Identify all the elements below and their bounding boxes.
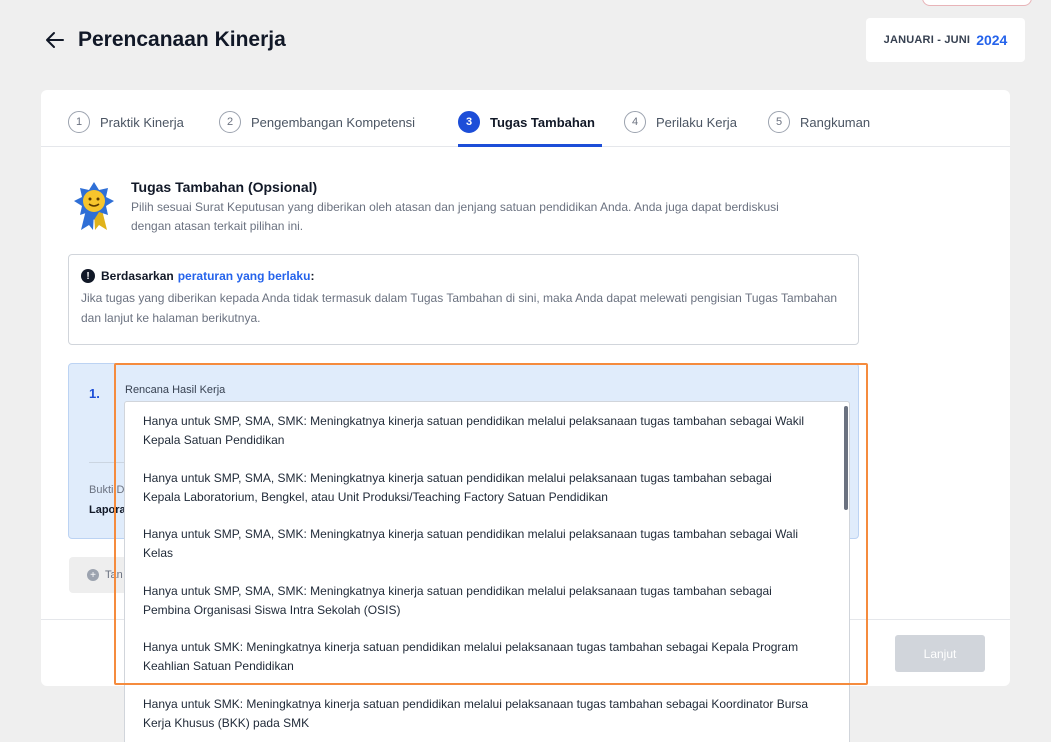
step-number: 3 xyxy=(458,111,480,133)
regulation-notice: ! Berdasarkan peraturan yang berlaku : J… xyxy=(68,254,859,345)
step-perilaku-kerja[interactable]: 4 Perilaku Kerja xyxy=(624,110,737,134)
dropdown-option[interactable]: Hanya untuk SMK: Meningkatnya kinerja sa… xyxy=(125,628,849,685)
dropdown-option[interactable]: Hanya untuk SMP, SMA, SMK: Meningkatnya … xyxy=(125,572,849,629)
divider xyxy=(89,462,129,463)
regulation-link[interactable]: peraturan yang berlaku xyxy=(178,269,311,283)
dropdown-scrollbar[interactable] xyxy=(844,406,848,510)
dropdown-option[interactable]: Hanya untuk SMP, SMA, SMK: Meningkatnya … xyxy=(125,459,849,516)
step-number: 1 xyxy=(68,111,90,133)
notice-heading: ! Berdasarkan peraturan yang berlaku : xyxy=(81,269,846,283)
dropdown-option[interactable]: Hanya untuk SMP, SMA, SMK: Meningkatnya … xyxy=(125,515,849,572)
rhk-label: Rencana Hasil Kerja xyxy=(125,384,226,396)
period-year: 2024 xyxy=(976,32,1008,48)
dropdown-option[interactable]: Hanya untuk SMK: Meningkatnya kinerja sa… xyxy=(125,685,849,742)
step-label: Praktik Kinerja xyxy=(100,114,184,130)
step-label: Pengembangan Kompetensi xyxy=(251,114,416,130)
period-badge: JANUARI - JUNI 2024 xyxy=(866,18,1025,62)
step-label: Rangkuman xyxy=(800,114,871,130)
step-rangkuman[interactable]: 5 Rangkuman xyxy=(768,110,870,134)
stepper: 1 Praktik Kinerja 2 Pengembangan Kompete… xyxy=(41,90,1010,147)
step-number: 5 xyxy=(768,111,790,133)
intro-text: Tugas Tambahan (Opsional) Pilih sesuai S… xyxy=(131,178,811,236)
item-number: 1. xyxy=(89,386,100,401)
page-title: Perencanaan Kinerja xyxy=(78,28,286,51)
laporan-label: Lapora xyxy=(89,504,126,516)
bukti-label: Bukti D xyxy=(89,484,125,496)
intro-section: Tugas Tambahan (Opsional) Pilih sesuai S… xyxy=(71,178,811,236)
step-number: 2 xyxy=(219,111,241,133)
info-icon: ! xyxy=(81,269,95,283)
period-label: JANUARI - JUNI xyxy=(883,34,971,46)
section-title: Tugas Tambahan (Opsional) xyxy=(131,179,318,195)
page-header: Perencanaan Kinerja xyxy=(44,28,286,52)
step-pengembangan-kompetensi[interactable]: 2 Pengembangan Kompetensi xyxy=(219,110,415,134)
medal-icon xyxy=(74,182,114,230)
notice-body: Jika tugas yang diberikan kepada Anda ti… xyxy=(81,291,838,325)
step-label: Perilaku Kerja xyxy=(656,114,737,130)
step-number: 4 xyxy=(624,111,646,133)
next-button[interactable]: Lanjut xyxy=(895,635,985,672)
notice-suffix: : xyxy=(310,269,315,283)
section-description: Pilih sesuai Surat Keputusan yang diberi… xyxy=(131,200,779,233)
step-praktik-kinerja[interactable]: 1 Praktik Kinerja xyxy=(68,110,184,134)
dropdown-option[interactable]: Hanya untuk SMP, SMA, SMK: Meningkatnya … xyxy=(125,402,849,459)
active-step-indicator xyxy=(458,144,602,147)
arrow-left-icon[interactable] xyxy=(44,29,66,51)
top-chip xyxy=(922,0,1032,6)
step-label: Tugas Tambahan xyxy=(490,114,595,130)
rhk-dropdown-list[interactable]: Hanya untuk SMP, SMA, SMK: Meningkatnya … xyxy=(124,401,850,742)
plus-icon: + xyxy=(87,569,99,581)
add-task-label: Tan xyxy=(105,569,123,581)
step-tugas-tambahan[interactable]: 3 Tugas Tambahan xyxy=(458,110,595,134)
notice-prefix: Berdasarkan xyxy=(101,269,174,283)
